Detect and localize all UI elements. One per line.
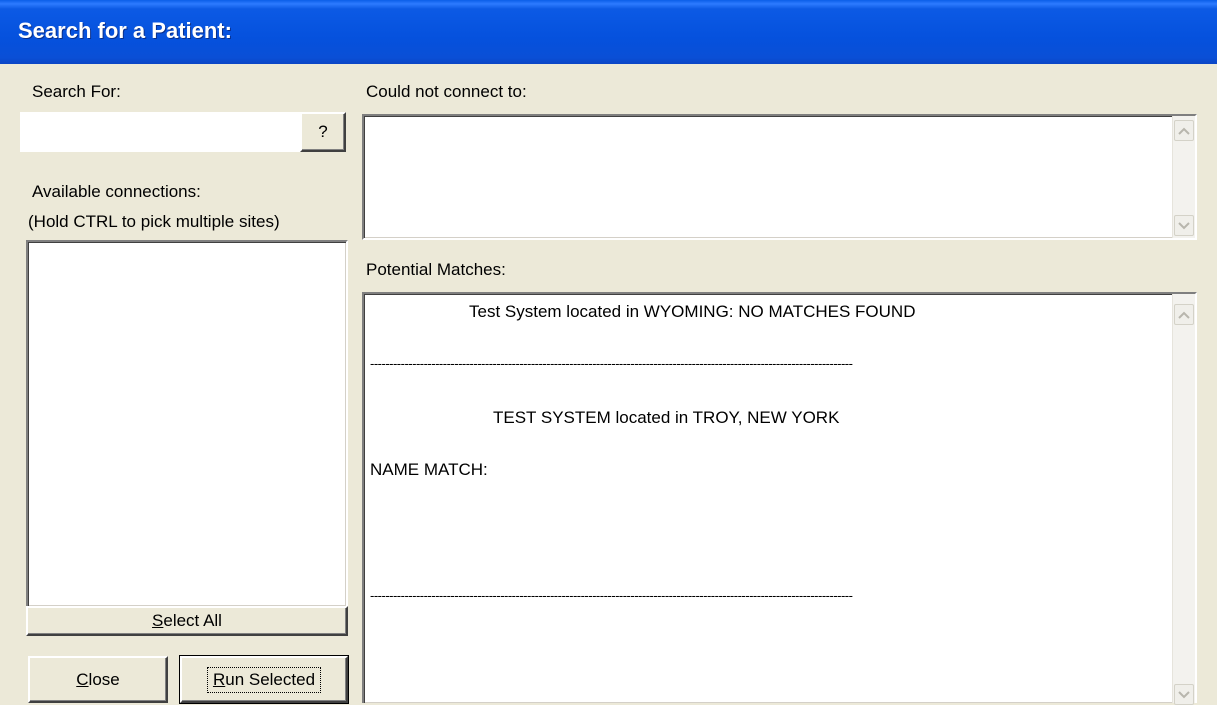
separator-line-2: ----------------------------------------… <box>370 588 853 603</box>
hold-ctrl-hint: (Hold CTRL to pick multiple sites) <box>28 212 280 231</box>
close-label: Close <box>76 670 119 690</box>
select-all-button[interactable]: Select All <box>26 606 348 636</box>
run-selected-rest: un Selected <box>225 669 316 689</box>
chevron-up-icon[interactable] <box>1174 304 1194 325</box>
match-line-troy: TEST SYSTEM located in TROY, NEW YORK <box>493 408 840 427</box>
chevron-up-icon[interactable] <box>1174 120 1194 141</box>
search-input[interactable] <box>20 112 300 152</box>
run-selected-button[interactable]: Run Selected <box>179 655 349 704</box>
could-not-connect-scrollbar[interactable] <box>1172 116 1195 238</box>
separator-line-1: ----------------------------------------… <box>370 356 853 371</box>
close-mnemonic: C <box>76 669 89 689</box>
name-match-label: NAME MATCH: <box>370 460 488 479</box>
match-line-wyoming: Test System located in WYOMING: NO MATCH… <box>469 302 916 321</box>
window-title: Search for a Patient: <box>18 18 232 43</box>
could-not-connect-list[interactable] <box>362 114 1197 240</box>
title-bar: Search for a Patient: <box>0 0 1217 64</box>
select-all-label: Select All <box>152 611 222 631</box>
potential-matches-box[interactable]: Test System located in WYOMING: NO MATCH… <box>362 292 1197 705</box>
potential-matches-scrollbar[interactable] <box>1172 294 1195 705</box>
help-button[interactable]: ? <box>300 112 346 152</box>
select-all-rest: elect All <box>163 611 222 630</box>
help-button-label: ? <box>318 122 328 141</box>
available-connections-label: Available connections: <box>32 182 201 201</box>
close-rest: lose <box>88 669 120 689</box>
chevron-down-icon[interactable] <box>1174 684 1194 705</box>
close-button[interactable]: Close <box>28 656 168 703</box>
potential-matches-label: Potential Matches: <box>366 260 506 279</box>
run-selected-mnemonic: R <box>212 669 226 689</box>
chevron-down-icon[interactable] <box>1174 215 1194 236</box>
run-selected-label: Run Selected <box>206 666 322 693</box>
could-not-connect-label: Could not connect to: <box>366 82 527 101</box>
connections-listbox[interactable] <box>26 240 348 608</box>
select-all-mnemonic: S <box>152 611 164 630</box>
search-for-label: Search For: <box>32 82 121 101</box>
